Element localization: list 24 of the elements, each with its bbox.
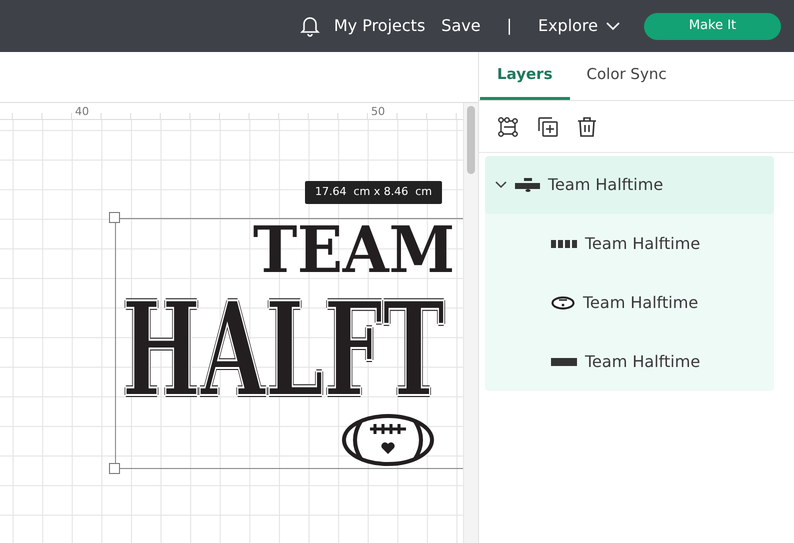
ruler-label: 50 [371, 104, 385, 120]
chevron-down-icon [606, 22, 620, 30]
size-tooltip: 17.64 cm x 8.46 cm [305, 181, 442, 204]
ruler-label: 40 [75, 104, 89, 120]
bell-icon[interactable] [300, 15, 320, 37]
resize-handle[interactable] [109, 463, 120, 474]
football-thumbnail-icon [551, 296, 575, 310]
artwork-text: TEAM [253, 219, 455, 283]
panel-tab[interactable]: Color Sync [570, 52, 684, 100]
chevron-icon[interactable] [495, 181, 507, 189]
layer-row[interactable]: Team Halftime [485, 156, 774, 214]
explore-dropdown[interactable]: Explore [532, 14, 626, 38]
panel-tab[interactable]: Layers [480, 52, 570, 100]
layer-row[interactable]: Team Halftime [485, 214, 774, 273]
nav-link[interactable]: My Projects [328, 14, 432, 38]
resize-handle[interactable] [109, 212, 120, 223]
nav-link[interactable]: Save [435, 14, 487, 38]
separator: | [506, 15, 512, 37]
scrollbar-thumb[interactable] [467, 106, 475, 174]
group-icon[interactable] [497, 116, 519, 138]
layer-row[interactable]: Team Halftime [485, 273, 774, 332]
layer-row[interactable]: Team Halftime [485, 332, 774, 391]
trash-icon[interactable] [577, 116, 597, 138]
duplicate-icon[interactable] [537, 116, 559, 138]
